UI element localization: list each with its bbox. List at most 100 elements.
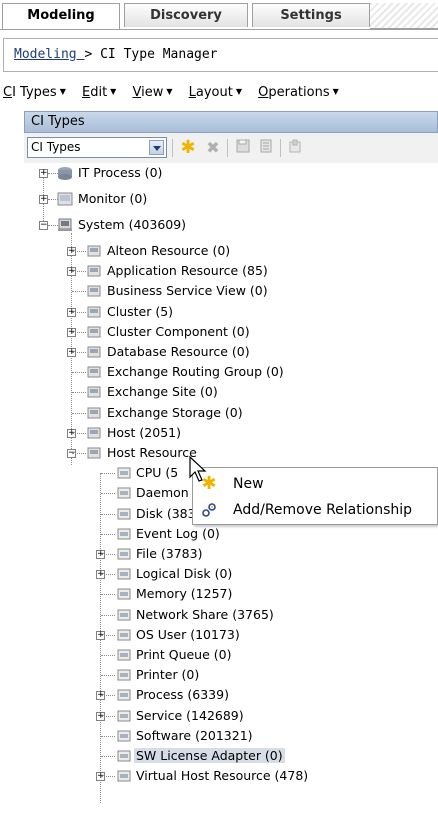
menu-ci-types[interactable]: CI Types ▼	[3, 85, 66, 100]
host-resource-icon	[116, 688, 132, 702]
tree-item[interactable]: Alteon Resource (0)	[105, 241, 232, 261]
tree-item[interactable]: Process (6339)	[134, 685, 231, 705]
tree-connector	[72, 251, 86, 252]
properties-icon[interactable]	[257, 139, 275, 157]
tree-connector	[101, 514, 115, 515]
menu-bar: CI Types ▼ Edit ▼ View ▼ Layout ▼ Operations…	[3, 85, 351, 109]
expand-icon[interactable]: +	[39, 169, 48, 178]
tree-item[interactable]: Printer (0)	[134, 665, 201, 685]
tab-bar-filler	[370, 3, 438, 29]
tree-item[interactable]: Memory (1257)	[134, 584, 234, 604]
it-process-icon	[57, 166, 73, 180]
breadcrumb-bar: Modeling > CI Type Manager	[3, 38, 438, 72]
menu-operations[interactable]: Operations ▼	[258, 85, 339, 100]
chevron-down-icon: ▼	[166, 87, 173, 96]
breadcrumb-current: CI Type Manager	[100, 47, 218, 62]
host-resource-icon	[116, 709, 132, 723]
collapse-icon[interactable]: −	[39, 221, 48, 230]
tree-connector	[101, 776, 115, 777]
tree-item[interactable]: Exchange Storage (0)	[105, 403, 245, 423]
host-resource-icon	[116, 486, 132, 500]
save-icon[interactable]	[234, 139, 252, 157]
tree-item[interactable]: Software (201321)	[134, 726, 255, 746]
tree-item[interactable]: Business Service View (0)	[105, 281, 270, 301]
relationship-icon	[201, 502, 217, 518]
menu-layout[interactable]: Layout ▼	[189, 85, 242, 100]
tree-item[interactable]: Application Resource (85)	[105, 261, 270, 281]
ci-type-select[interactable]: CI Types	[27, 137, 167, 158]
new-icon[interactable]: ✱	[179, 139, 197, 157]
tree-item-selected[interactable]: SW License Adapter (0)	[134, 746, 285, 766]
toolbar-separator	[172, 139, 173, 157]
tree-item[interactable]: Print Queue (0)	[134, 645, 233, 665]
tree-connector	[101, 756, 115, 757]
tree-item[interactable]: Logical Disk (0)	[134, 564, 234, 584]
clustercomp-icon	[86, 325, 102, 339]
host-icon	[86, 426, 102, 440]
export-icon[interactable]	[286, 139, 304, 157]
tree-item[interactable]: Virtual Host Resource (478)	[134, 766, 310, 786]
host-resource-icon	[116, 668, 132, 682]
toolbar-separator	[280, 139, 281, 157]
tree-connector	[72, 453, 86, 454]
exch-icon	[86, 365, 102, 379]
tree-item[interactable]: CPU (5	[134, 463, 180, 483]
alteon-icon	[86, 244, 102, 258]
host-resource-icon	[116, 547, 132, 561]
tree-connector	[101, 736, 115, 737]
tree-item[interactable]: Cluster Component (0)	[105, 322, 252, 342]
host-resource-icon	[116, 628, 132, 642]
host-resource-icon	[116, 608, 132, 622]
tree-connector	[101, 655, 115, 656]
expand-icon[interactable]: +	[39, 195, 48, 204]
tree-item[interactable]: Exchange Site (0)	[105, 382, 220, 402]
tree-item[interactable]: Cluster (5)	[105, 302, 175, 322]
tab-bar: Modeling Discovery Settings	[0, 0, 438, 30]
tree-item-monitor[interactable]: Monitor (0)	[76, 189, 149, 209]
delete-icon[interactable]: ✖	[204, 139, 222, 157]
tree-connector	[72, 312, 86, 313]
tree-connector	[101, 594, 115, 595]
tab-discovery[interactable]: Discovery	[124, 3, 248, 27]
tree-item[interactable]: Service (142689)	[134, 706, 246, 726]
dropdown-arrow-icon[interactable]	[149, 140, 164, 155]
host-resource-icon	[116, 749, 132, 763]
context-menu: ✱ New Add/Remove Relationship	[192, 467, 438, 525]
context-menu-item-add-remove-relationship[interactable]: Add/Remove Relationship	[193, 497, 438, 523]
tree-connector	[101, 554, 115, 555]
tree-item[interactable]: Host Resource	[105, 443, 199, 463]
tree-item-system[interactable]: System (403609)	[76, 215, 188, 235]
tree-connector	[101, 716, 115, 717]
toolbar-separator	[227, 139, 228, 157]
tab-settings[interactable]: Settings	[252, 3, 370, 27]
tree-connector	[72, 332, 86, 333]
tree-connector	[101, 675, 115, 676]
menu-view[interactable]: View ▼	[132, 85, 172, 100]
cluster-icon	[86, 305, 102, 319]
tree-connector	[101, 615, 115, 616]
tab-modeling[interactable]: Modeling	[2, 3, 120, 30]
tree-connector	[101, 574, 115, 575]
tree-connector	[72, 352, 86, 353]
tree-item[interactable]: Exchange Routing Group (0)	[105, 362, 286, 382]
menu-edit[interactable]: Edit ▼	[82, 85, 116, 100]
tree-connector	[72, 413, 86, 414]
chevron-down-icon: ▼	[332, 87, 339, 96]
breadcrumb: Modeling > CI Type Manager	[14, 47, 218, 62]
tree-item-it-process[interactable]: IT Process (0)	[76, 163, 164, 183]
context-menu-item-new[interactable]: ✱ New	[193, 471, 438, 497]
tree-connector	[72, 291, 86, 292]
chevron-down-icon: ▼	[235, 87, 242, 96]
tree-connector	[101, 493, 115, 494]
tree-connector	[101, 534, 115, 535]
tree-item[interactable]: Host (2051)	[105, 423, 183, 443]
tree-item[interactable]: Event Log (0)	[134, 524, 222, 544]
tree-connector	[72, 433, 86, 434]
tree-item[interactable]: OS User (10173)	[134, 625, 242, 645]
tree-item[interactable]: Network Share (3765)	[134, 605, 276, 625]
tree-item[interactable]: Database Resource (0)	[105, 342, 252, 362]
tree-connector	[101, 635, 115, 636]
db-icon	[86, 345, 102, 359]
breadcrumb-link-modeling[interactable]: Modeling	[14, 47, 84, 62]
tree-item[interactable]: File (3783)	[134, 544, 204, 564]
